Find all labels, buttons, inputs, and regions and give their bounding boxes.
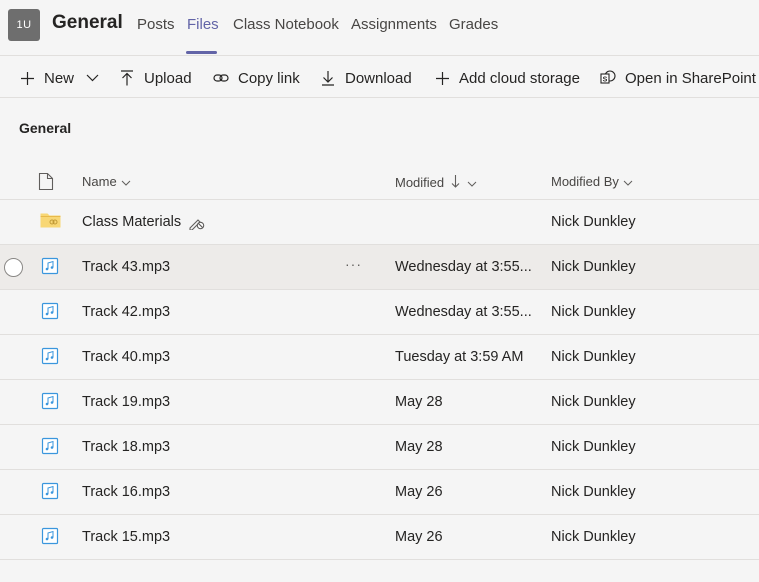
open-in-sharepoint-label: Open in SharePoint — [625, 69, 756, 87]
modified-by: Nick Dunkley — [551, 304, 636, 320]
file-name[interactable]: Track 19.mp3 — [82, 380, 170, 424]
files-toolbar: New Upload Copy link Download Add cloud … — [0, 57, 759, 98]
file-name[interactable]: Track 42.mp3 — [82, 290, 170, 334]
file-name[interactable]: Track 15.mp3 — [82, 515, 170, 559]
name-column-header[interactable]: Name — [82, 174, 131, 189]
download-button[interactable]: Download — [320, 68, 412, 88]
modified-by: Nick Dunkley — [551, 349, 636, 365]
table-row[interactable]: Track 43.mp3 ··· Wednesday at 3:55... Ni… — [0, 245, 759, 290]
tab-files[interactable]: Files — [187, 16, 219, 33]
tab-assignments[interactable]: Assignments — [351, 16, 437, 33]
audio-file-icon — [41, 527, 59, 545]
tab-class-notebook[interactable]: Class Notebook — [233, 16, 339, 33]
svg-text:S: S — [603, 77, 608, 84]
chevron-down-icon — [467, 175, 477, 190]
modified-date: Wednesday at 3:55... — [395, 259, 532, 275]
sharepoint-icon: S — [600, 70, 616, 86]
table-row[interactable]: Track 42.mp3 Wednesday at 3:55... Nick D… — [0, 290, 759, 335]
table-row-folder[interactable]: Class Materials Nick Dunkley — [0, 200, 759, 245]
modified-by: Nick Dunkley — [551, 214, 636, 230]
copy-link-button[interactable]: Copy link — [213, 68, 300, 88]
modified-date: May 26 — [395, 484, 443, 500]
download-icon — [320, 70, 336, 86]
audio-file-icon — [41, 437, 59, 455]
file-name[interactable]: Track 43.mp3 — [82, 245, 170, 289]
modified-date: May 28 — [395, 394, 443, 410]
modified-by-column-header[interactable]: Modified By — [551, 174, 633, 189]
modified-date: May 26 — [395, 529, 443, 545]
modified-by: Nick Dunkley — [551, 259, 636, 275]
audio-file-icon — [41, 257, 59, 275]
link-icon — [213, 70, 229, 86]
open-in-sharepoint-button[interactable]: S Open in SharePoint — [600, 68, 756, 88]
table-row[interactable]: Track 40.mp3 Tuesday at 3:59 AM Nick Dun… — [0, 335, 759, 380]
row-select-radio[interactable] — [4, 258, 23, 277]
modified-date: May 28 — [395, 439, 443, 455]
file-name[interactable]: Class Materials — [82, 200, 205, 244]
active-tab-indicator — [186, 51, 217, 54]
modified-by: Nick Dunkley — [551, 529, 636, 545]
modified-by-column-label: Modified By — [551, 174, 619, 189]
audio-file-icon — [41, 392, 59, 410]
team-avatar[interactable]: 1U — [8, 9, 40, 41]
table-row[interactable]: Track 18.mp3 May 28 Nick Dunkley — [0, 425, 759, 470]
add-cloud-storage-button[interactable]: Add cloud storage — [434, 68, 580, 88]
audio-file-icon — [41, 302, 59, 320]
file-type-column-header[interactable] — [38, 172, 54, 194]
table-row[interactable]: Track 16.mp3 May 26 Nick Dunkley — [0, 470, 759, 515]
upload-label: Upload — [144, 69, 192, 87]
modified-by: Nick Dunkley — [551, 484, 636, 500]
modified-column-header[interactable]: Modified — [395, 174, 477, 191]
chevron-down-icon — [121, 174, 131, 189]
audio-file-icon — [41, 482, 59, 500]
tab-posts[interactable]: Posts — [137, 16, 175, 33]
channel-title: General — [52, 12, 123, 33]
no-edit-icon — [188, 215, 205, 230]
audio-file-icon — [41, 347, 59, 365]
modified-by: Nick Dunkley — [551, 439, 636, 455]
file-name-text: Class Materials — [82, 214, 182, 230]
file-name[interactable]: Track 16.mp3 — [82, 470, 170, 514]
upload-button[interactable]: Upload — [119, 68, 192, 88]
modified-date — [395, 200, 535, 244]
file-name[interactable]: Track 18.mp3 — [82, 425, 170, 469]
chevron-down-icon — [84, 70, 100, 86]
plus-icon — [19, 70, 35, 86]
download-label: Download — [345, 69, 412, 87]
new-button[interactable]: New — [19, 68, 100, 88]
sort-descending-icon — [451, 174, 460, 191]
add-cloud-storage-label: Add cloud storage — [459, 69, 580, 87]
folder-breadcrumb: General — [19, 120, 72, 136]
name-column-label: Name — [82, 174, 117, 189]
modified-date: Wednesday at 3:55... — [395, 304, 532, 320]
shared-folder-icon — [40, 212, 61, 230]
channel-header: 1U General Posts Files Class Notebook As… — [0, 0, 759, 56]
copy-link-label: Copy link — [238, 69, 300, 87]
upload-icon — [119, 70, 135, 86]
more-options-icon[interactable]: ··· — [345, 256, 362, 272]
chevron-down-icon — [623, 174, 633, 189]
table-row[interactable]: Track 15.mp3 May 26 Nick Dunkley — [0, 515, 759, 560]
file-name[interactable]: Track 40.mp3 — [82, 335, 170, 379]
tab-grades[interactable]: Grades — [449, 16, 498, 33]
modified-by: Nick Dunkley — [551, 394, 636, 410]
modified-date: Tuesday at 3:59 AM — [395, 349, 524, 365]
plus-icon — [434, 70, 450, 86]
table-row[interactable]: Track 19.mp3 May 28 Nick Dunkley — [0, 380, 759, 425]
modified-column-label: Modified — [395, 175, 445, 190]
document-icon — [38, 172, 54, 194]
new-label: New — [44, 69, 75, 87]
